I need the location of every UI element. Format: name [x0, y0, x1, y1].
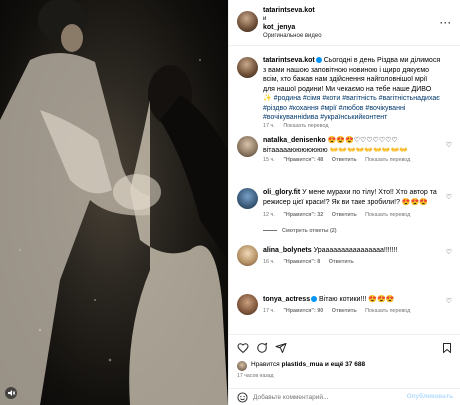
figure-shirt [0, 52, 150, 405]
translate-link[interactable]: Показать перевод [365, 157, 410, 163]
video-frame-art [0, 0, 228, 405]
speaker-muted-icon[interactable] [5, 387, 17, 399]
collab-connector: и [263, 16, 267, 22]
hands-on-belly [113, 174, 161, 210]
share-icon[interactable] [275, 342, 287, 354]
comment-item: tonya_actress Вітаю котики!!! 😍😍😍 17 ч. … [236, 293, 454, 323]
caption-hashtags[interactable]: #родина #сімя #коти #вагітність #вагітні… [263, 95, 440, 121]
post-video[interactable] [0, 0, 228, 405]
collab-username[interactable]: kot_jenya [263, 24, 295, 31]
emoji-icon[interactable] [237, 392, 248, 403]
comment-avatar[interactable] [237, 294, 258, 315]
post-details-panel: tatarintseva.kot и kot_jenya Оригинально… [228, 0, 460, 405]
caption-time[interactable]: 17 ч. [263, 123, 275, 129]
comment-likes[interactable]: "Нравится": 32 [283, 212, 323, 218]
comment-like-heart-icon[interactable]: ♡ [446, 248, 452, 256]
comment-text: Вітаю котики!!! 😍😍😍 [317, 296, 395, 303]
comment-time[interactable]: 15 ч. [263, 157, 275, 163]
comment-item: oli_glory.fit У мене мурахи по тілу! Хто… [236, 187, 454, 247]
post-header: tatarintseva.kot и kot_jenya Оригинально… [229, 0, 460, 46]
comment-text: Ураааааааааааааааа!!!!!!! [311, 247, 398, 254]
comment-username[interactable]: oli_glory.fit [263, 189, 300, 196]
caption-meta: 17 ч. Показать перевод [263, 123, 335, 129]
figure2-long-hair [160, 95, 228, 260]
comment-item: alina_bolynets Ураааааааааааааааа!!!!!!!… [236, 244, 454, 274]
liker-username[interactable]: plastids_mua [282, 361, 324, 368]
comment-meta: 16 ч. "Нравится": 8 Ответить [263, 259, 361, 265]
comment-input[interactable] [253, 392, 413, 403]
author-avatar[interactable] [237, 11, 258, 32]
translate-link[interactable]: Показать перевод [365, 308, 410, 314]
comment-avatar[interactable] [237, 188, 258, 209]
comment-meta: 15 ч. "Нравится": 48 Ответить Показать п… [263, 157, 417, 163]
more-options-icon[interactable]: ··· [440, 18, 452, 28]
reply-button[interactable]: Ответить [332, 157, 357, 163]
comment-time[interactable]: 16 ч. [263, 259, 275, 265]
bookmark-icon[interactable] [441, 342, 453, 354]
post-time[interactable]: 17 часов назад [237, 373, 274, 379]
comment-username[interactable]: natalka_denisenko [263, 137, 326, 144]
add-comment-bar: Опубликовать [229, 388, 460, 405]
sparkle-icon: ✨ [263, 95, 272, 102]
comment-item: natalka_denisenko 😍😍😍♡♡♡♡♡♡♡ вітаааааююю… [236, 135, 454, 175]
caption-avatar[interactable] [237, 57, 258, 78]
comment-time[interactable]: 12 ч. [263, 212, 275, 218]
post-caption: tatarintseva.kot Сьогодні в день Різдва … [236, 56, 454, 136]
figure-face [61, 24, 83, 52]
post-modal: tatarintseva.kot и kot_jenya Оригинально… [0, 0, 460, 405]
author-username[interactable]: tatarintseva.kot [263, 7, 315, 14]
comment-like-heart-icon[interactable]: ♡ [446, 297, 452, 305]
comment-avatar[interactable] [237, 245, 258, 266]
post-actions: Нравится plastids_mua и ещё 37 688 17 ча… [229, 334, 460, 388]
comment-like-heart-icon[interactable]: ♡ [446, 141, 452, 149]
reply-button[interactable]: Ответить [332, 308, 357, 314]
comment-like-heart-icon[interactable]: ♡ [446, 193, 452, 201]
view-replies-link[interactable]: Смотреть ответы (2) [263, 228, 337, 234]
likes-summary[interactable]: Нравится plastids_mua и ещё 37 688 [251, 361, 365, 368]
comment-meta: 17 ч. "Нравится": 90 Ответить Показать п… [263, 308, 417, 314]
comment-avatar[interactable] [237, 136, 258, 157]
caption-translate-link[interactable]: Показать перевод [283, 123, 328, 129]
liker-avatar[interactable] [237, 361, 247, 371]
comment-username[interactable]: alina_bolynets [263, 247, 312, 254]
comment-icon[interactable] [256, 342, 268, 354]
heart-icon[interactable] [237, 342, 249, 354]
caption-username[interactable]: tatarintseva.kot [263, 57, 315, 64]
comment-likes[interactable]: "Нравится": 90 [283, 308, 323, 314]
comment-meta: 12 ч. "Нравится": 32 Ответить Показать п… [263, 212, 417, 218]
comment-username[interactable]: tonya_actress [263, 296, 310, 303]
comment-likes[interactable]: "Нравится": 8 [283, 259, 320, 265]
comment-time[interactable]: 17 ч. [263, 308, 275, 314]
translate-link[interactable]: Показать перевод [365, 212, 410, 218]
reply-button[interactable]: Ответить [329, 259, 354, 265]
comment-likes[interactable]: "Нравится": 48 [283, 157, 323, 163]
comments-list[interactable]: tatarintseva.kot Сьогодні в день Різдва … [229, 47, 460, 332]
audio-label[interactable]: Оригинальное видео [263, 33, 322, 39]
reply-button[interactable]: Ответить [332, 212, 357, 218]
post-comment-button[interactable]: Опубликовать [407, 393, 453, 400]
